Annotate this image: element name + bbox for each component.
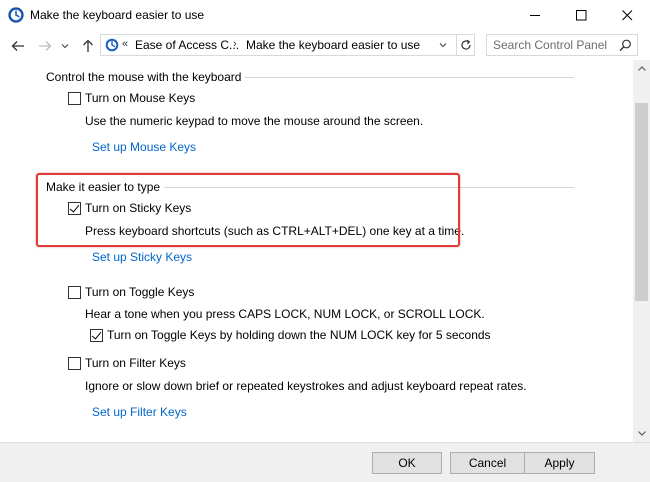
mouse-keys-label: Turn on Mouse Keys (85, 91, 196, 105)
apply-button[interactable]: Apply (524, 452, 595, 474)
content-area: Control the mouse with the keyboard Turn… (0, 60, 633, 442)
close-icon (621, 9, 632, 20)
toggle-keys-option[interactable]: Turn on Toggle Keys (68, 285, 194, 299)
set-up-mouse-keys-link[interactable]: Set up Mouse Keys (92, 140, 196, 154)
address-bar[interactable]: « Ease of Access C... › Make the keyboar… (100, 34, 457, 56)
address-dropdown-button[interactable] (434, 34, 452, 56)
arrow-right-icon (39, 41, 52, 51)
window-title: Make the keyboard easier to use (30, 8, 205, 22)
up-button[interactable] (78, 36, 98, 56)
cancel-button[interactable]: Cancel (450, 452, 525, 474)
toggle-keys-numlock-checkbox[interactable] (90, 328, 103, 342)
search-icon[interactable] (619, 39, 632, 55)
toggle-keys-checkbox[interactable] (68, 285, 81, 299)
mouse-keys-checkbox[interactable] (68, 91, 81, 105)
forward-button[interactable] (35, 36, 55, 56)
recent-locations-button[interactable] (58, 36, 72, 56)
control-panel-icon (105, 38, 119, 52)
scroll-up-button[interactable] (633, 60, 650, 77)
vertical-scrollbar[interactable] (633, 60, 650, 442)
arrow-left-icon (11, 41, 24, 51)
breadcrumb-overflow[interactable]: « (122, 38, 128, 50)
section-heading-mouse: Control the mouse with the keyboard (46, 70, 246, 84)
toggle-keys-numlock-label: Turn on Toggle Keys by holding down the … (107, 328, 491, 342)
toggle-keys-numlock-option[interactable]: Turn on Toggle Keys by holding down the … (90, 328, 491, 342)
chevron-down-icon (61, 44, 69, 49)
chevron-up-icon (637, 66, 646, 71)
filter-keys-description: Ignore or slow down brief or repeated ke… (85, 379, 527, 393)
refresh-icon (460, 39, 471, 50)
maximize-button[interactable] (558, 0, 604, 30)
arrow-up-icon (83, 39, 93, 52)
filter-keys-label: Turn on Filter Keys (85, 356, 186, 370)
scroll-down-button[interactable] (633, 425, 650, 442)
chevron-down-icon (439, 43, 447, 48)
set-up-filter-keys-link[interactable]: Set up Filter Keys (92, 405, 187, 419)
minimize-button[interactable] (512, 0, 558, 30)
close-button[interactable] (604, 0, 650, 30)
ease-of-access-icon (8, 7, 24, 23)
toggle-keys-label: Turn on Toggle Keys (85, 285, 195, 299)
back-button[interactable] (8, 36, 28, 56)
title-bar: Make the keyboard easier to use (0, 0, 650, 31)
set-up-sticky-keys-link[interactable]: Set up Sticky Keys (92, 250, 192, 264)
dialog-footer: OK Cancel Apply (0, 442, 650, 482)
search-input[interactable] (487, 35, 617, 55)
breadcrumb-separator[interactable]: › (233, 38, 237, 50)
filter-keys-checkbox[interactable] (68, 356, 81, 370)
filter-keys-option[interactable]: Turn on Filter Keys (68, 356, 186, 370)
breadcrumb-ease-of-access[interactable]: Ease of Access C... (135, 38, 239, 52)
chevron-down-icon (637, 431, 646, 436)
refresh-button[interactable] (457, 34, 475, 56)
scroll-thumb[interactable] (635, 103, 648, 301)
mouse-keys-description: Use the numeric keypad to move the mouse… (85, 114, 424, 128)
mouse-keys-option[interactable]: Turn on Mouse Keys (68, 91, 195, 105)
highlight-annotation-box (36, 173, 460, 247)
maximize-icon (575, 9, 586, 20)
search-box[interactable] (486, 34, 638, 56)
breadcrumb-current-page[interactable]: Make the keyboard easier to use (246, 38, 420, 52)
ok-button[interactable]: OK (372, 452, 442, 474)
toggle-keys-description: Hear a tone when you press CAPS LOCK, NU… (85, 307, 485, 321)
minimize-icon (529, 14, 540, 16)
